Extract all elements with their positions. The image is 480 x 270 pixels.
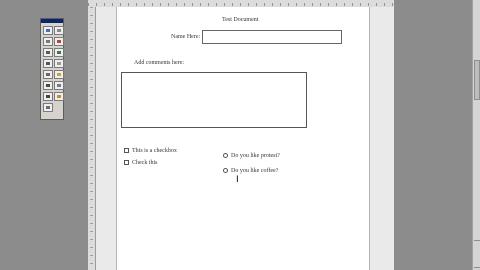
scroll-thumb[interactable]: [474, 60, 480, 100]
toggle-button-icon[interactable]: [54, 70, 64, 79]
radio-2[interactable]: [223, 168, 228, 173]
name-input[interactable]: [202, 30, 342, 44]
more-controls-icon[interactable]: [43, 103, 53, 112]
combobox-tool-icon[interactable]: [43, 70, 53, 79]
radio-1[interactable]: [223, 153, 228, 158]
checkbox-tool-icon[interactable]: [54, 37, 64, 46]
listbox-tool-icon[interactable]: [54, 59, 64, 68]
vertical-scrollbar[interactable]: [472, 0, 480, 270]
textbox-tool-icon[interactable]: [43, 48, 53, 57]
radio-1-label: Do you like protest?: [231, 153, 280, 159]
scroll-nav-buttons[interactable]: [474, 240, 480, 268]
control-toolbox[interactable]: [40, 18, 64, 120]
command-button-icon[interactable]: [54, 48, 64, 57]
checkbox-2-label: Check this: [132, 160, 158, 166]
form-title: Test Document: [222, 17, 259, 23]
checkbox-2[interactable]: [124, 160, 129, 165]
comments-label: Add comments here:: [134, 60, 184, 66]
vertical-ruler: [88, 7, 96, 270]
scrollbar-tool-icon[interactable]: [54, 81, 64, 90]
properties-icon[interactable]: [54, 26, 64, 35]
name-label: Name Here:: [171, 34, 201, 40]
image-tool-icon[interactable]: [54, 92, 64, 101]
document-page: [116, 7, 370, 270]
comments-textarea[interactable]: [121, 72, 307, 128]
design-mode-icon[interactable]: [43, 26, 53, 35]
option-button-icon[interactable]: [43, 59, 53, 68]
spin-button-icon[interactable]: [43, 81, 53, 90]
checkbox-1[interactable]: [124, 148, 129, 153]
label-tool-icon[interactable]: [43, 92, 53, 101]
view-code-icon[interactable]: [43, 37, 53, 46]
radio-2-label: Do you like coffee?: [231, 168, 279, 174]
checkbox-1-label: This is a checkbox: [132, 148, 177, 154]
text-cursor-icon: I: [236, 175, 239, 185]
